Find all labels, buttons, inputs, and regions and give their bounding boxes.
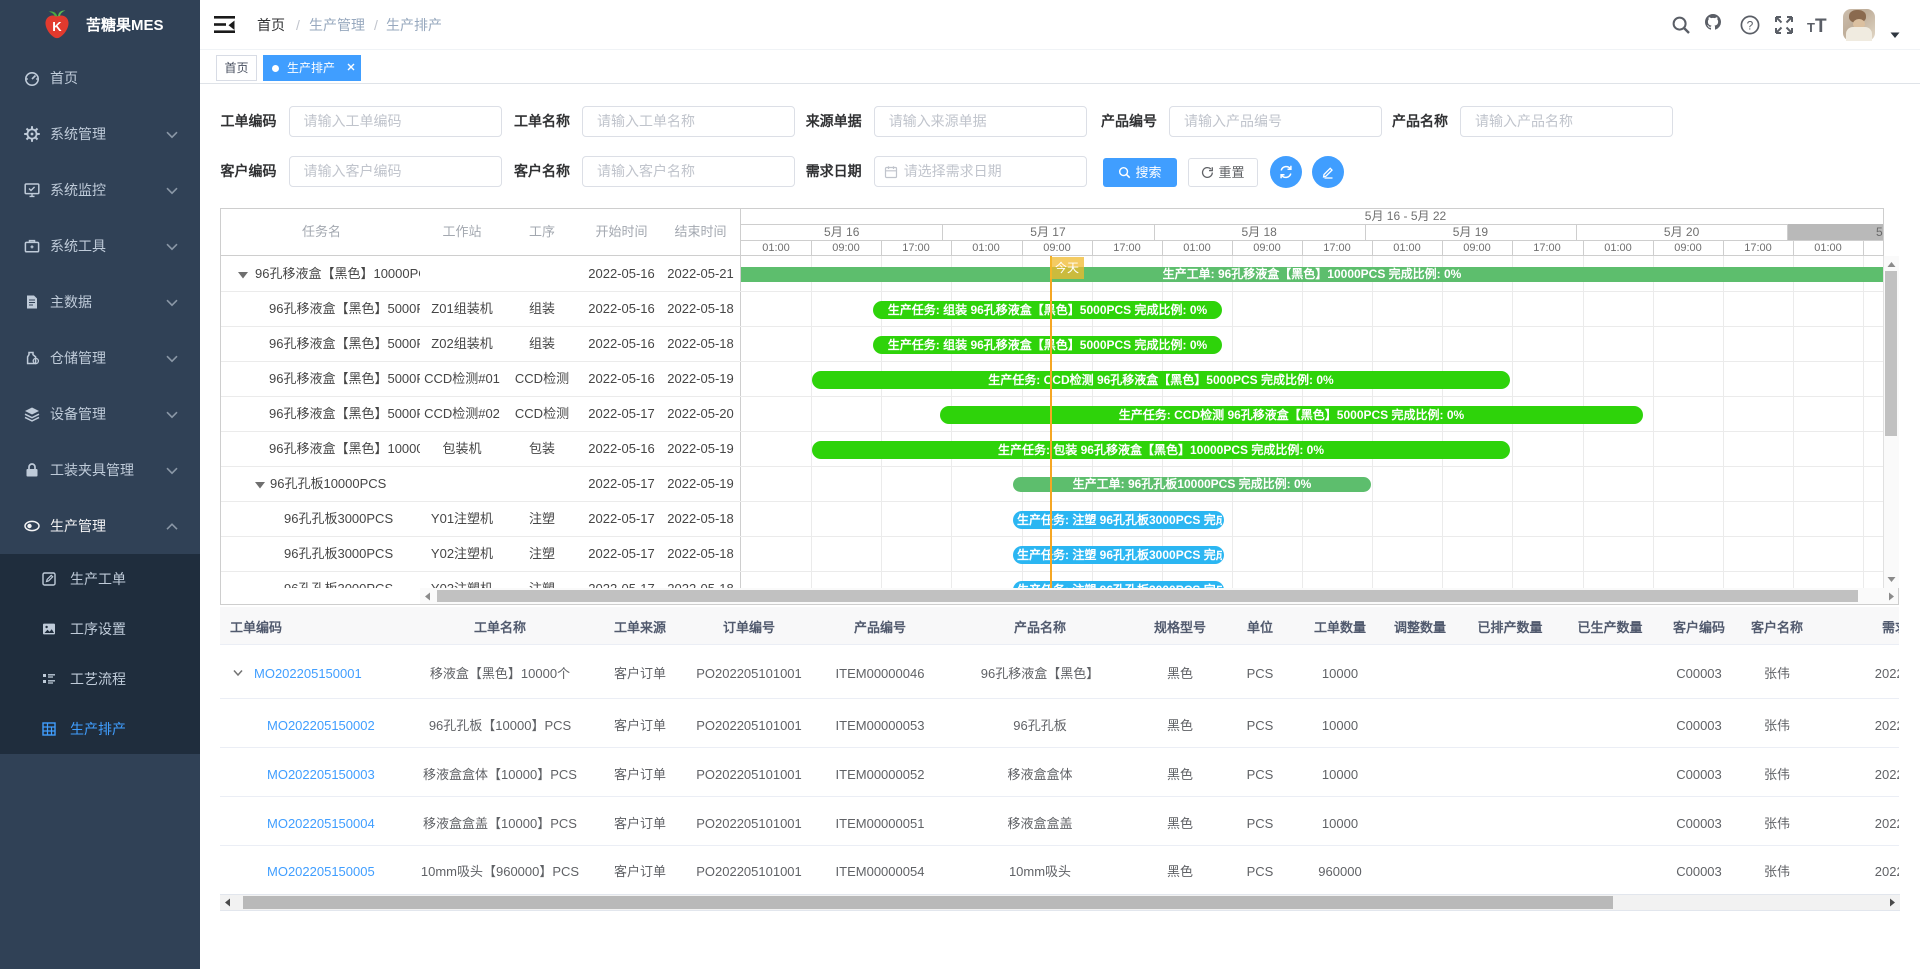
svg-text:T: T: [1815, 16, 1827, 36]
svg-text:K: K: [52, 19, 62, 34]
svg-text:T: T: [1807, 20, 1815, 35]
svg-text:?: ?: [1747, 19, 1754, 33]
